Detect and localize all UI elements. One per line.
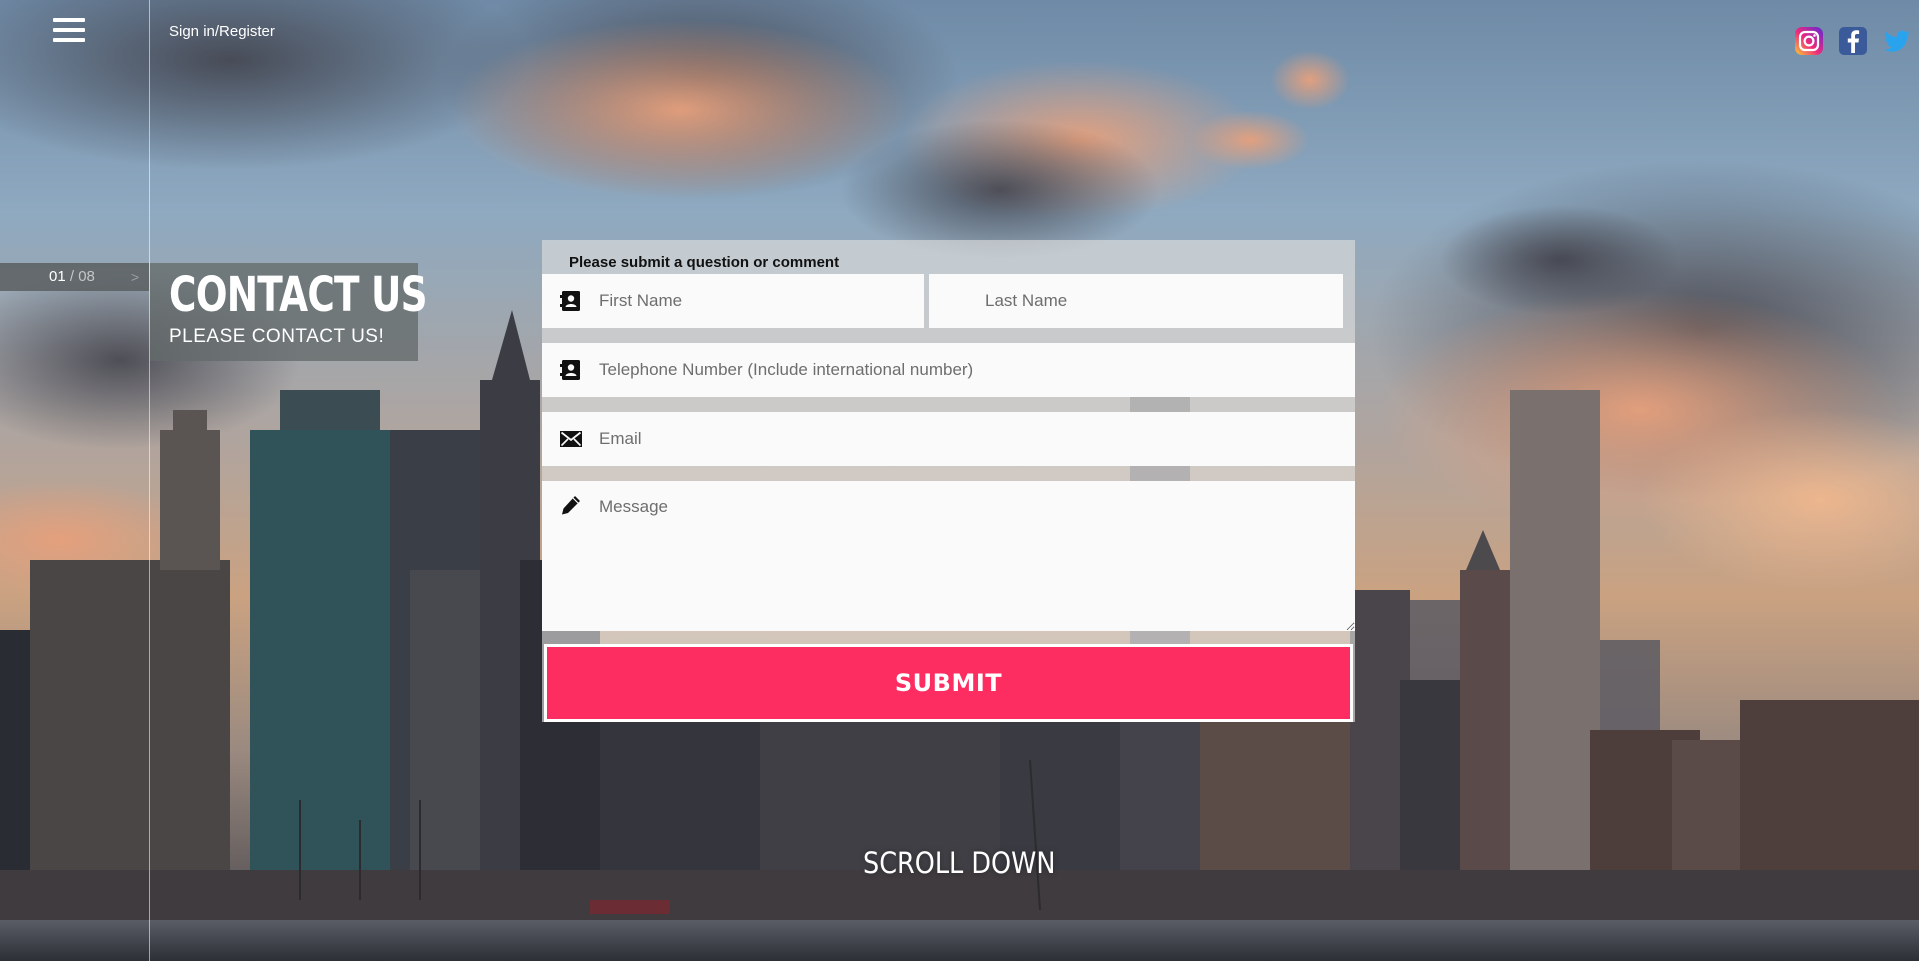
page-title-box: CONTACT US PLEASE CONTACT US! <box>150 263 428 361</box>
chevron-right-icon[interactable]: > <box>131 263 139 291</box>
hamburger-menu-button[interactable] <box>50 18 90 46</box>
telephone-input[interactable] <box>542 343 1355 397</box>
slide-counter: 01 / 08 > <box>0 263 149 291</box>
contact-form: Please submit a question or comment SUBM… <box>542 240 1355 722</box>
last-name-input[interactable] <box>929 274 1343 328</box>
facebook-icon[interactable] <box>1838 26 1868 56</box>
slide-separator: / <box>69 268 75 285</box>
message-textarea[interactable] <box>542 481 1355 631</box>
form-heading: Please submit a question or comment <box>569 254 840 271</box>
email-input[interactable] <box>542 412 1355 466</box>
hamburger-menu-icon <box>53 18 85 22</box>
page-subtitle: PLEASE CONTACT US! <box>169 326 385 347</box>
first-name-input[interactable] <box>542 274 924 328</box>
scroll-down-link[interactable]: SCROLL DOWN <box>863 846 1055 880</box>
slide-total: 08 <box>78 268 95 285</box>
sign-in-register-link[interactable]: Sign in/Register <box>169 23 275 40</box>
slide-current: 01 <box>49 268 66 285</box>
submit-button[interactable]: SUBMIT <box>544 644 1353 722</box>
hamburger-menu-icon <box>53 28 85 32</box>
hamburger-menu-icon <box>53 38 85 42</box>
twitter-icon[interactable] <box>1882 26 1912 56</box>
instagram-icon[interactable] <box>1794 26 1824 56</box>
page-title: CONTACT US <box>169 267 428 323</box>
left-rail-divider <box>149 0 150 961</box>
